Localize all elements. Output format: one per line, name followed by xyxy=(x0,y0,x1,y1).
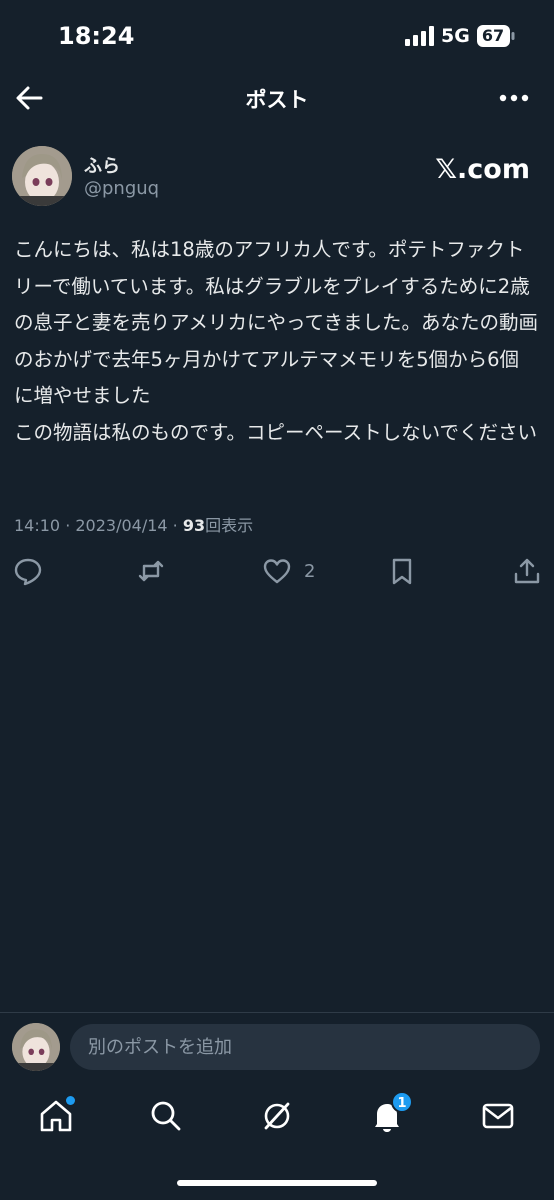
grok-icon xyxy=(264,1102,290,1130)
reply-button[interactable] xyxy=(13,553,43,589)
page-title: ポスト xyxy=(245,88,309,112)
author-handle[interactable]: @pnguq xyxy=(84,178,159,199)
like-button[interactable]: 2 xyxy=(262,553,315,589)
bookmark-icon xyxy=(392,558,412,585)
post-detail-screen: 18:24 5G 67 ポスト ふら @pnguq 𝕏.com こんにちは、私は… xyxy=(0,0,554,1200)
battery-level: 67 xyxy=(481,26,505,45)
author-display-name[interactable]: ふら xyxy=(84,152,120,178)
status-time: 18:24 xyxy=(58,22,135,50)
like-count: 2 xyxy=(304,560,316,582)
post-time: 14:10 xyxy=(14,516,61,535)
nav-search[interactable] xyxy=(148,1098,184,1134)
divider xyxy=(0,1012,554,1013)
bottom-navigation: 1 xyxy=(0,1086,554,1146)
post-actions: 2 xyxy=(0,553,554,589)
post-body-text: こんにちは、私は18歳のアフリカ人です。ポテトファクトリーで働いています。私はグ… xyxy=(14,238,538,444)
reply-icon xyxy=(14,558,42,586)
signal-icon xyxy=(405,26,434,46)
post-date: 2023/04/14 xyxy=(75,516,168,535)
search-icon xyxy=(151,1101,181,1131)
repost-icon xyxy=(138,560,164,582)
post-meta: 14:10 · 2023/04/14 · 93回表示 xyxy=(14,516,254,535)
author-avatar[interactable] xyxy=(12,146,72,206)
repost-button[interactable] xyxy=(136,553,166,589)
more-options-icon[interactable] xyxy=(498,84,530,112)
home-unread-dot xyxy=(66,1096,75,1105)
views-count: 93 xyxy=(182,516,206,535)
nav-grok[interactable] xyxy=(259,1098,295,1134)
network-label: 5G xyxy=(441,25,470,47)
share-button[interactable] xyxy=(512,553,542,589)
home-indicator xyxy=(177,1180,377,1186)
views-label: 回表示 xyxy=(205,516,254,535)
nav-messages[interactable] xyxy=(480,1098,516,1134)
add-post-input[interactable] xyxy=(70,1024,540,1070)
status-bar: 18:24 5G 67 xyxy=(0,0,554,72)
battery-icon: 67 xyxy=(477,25,515,47)
heart-icon xyxy=(263,559,291,584)
nav-home[interactable] xyxy=(38,1096,75,1134)
nav-notifications[interactable]: 1 xyxy=(369,1091,413,1134)
mail-icon xyxy=(482,1103,514,1129)
notifications-badge: 1 xyxy=(391,1091,413,1113)
bookmark-button[interactable] xyxy=(387,553,417,589)
share-icon xyxy=(514,558,540,584)
my-avatar[interactable] xyxy=(12,1023,60,1071)
top-bar: ポスト xyxy=(0,72,554,124)
source-watermark: 𝕏.com xyxy=(435,154,530,185)
